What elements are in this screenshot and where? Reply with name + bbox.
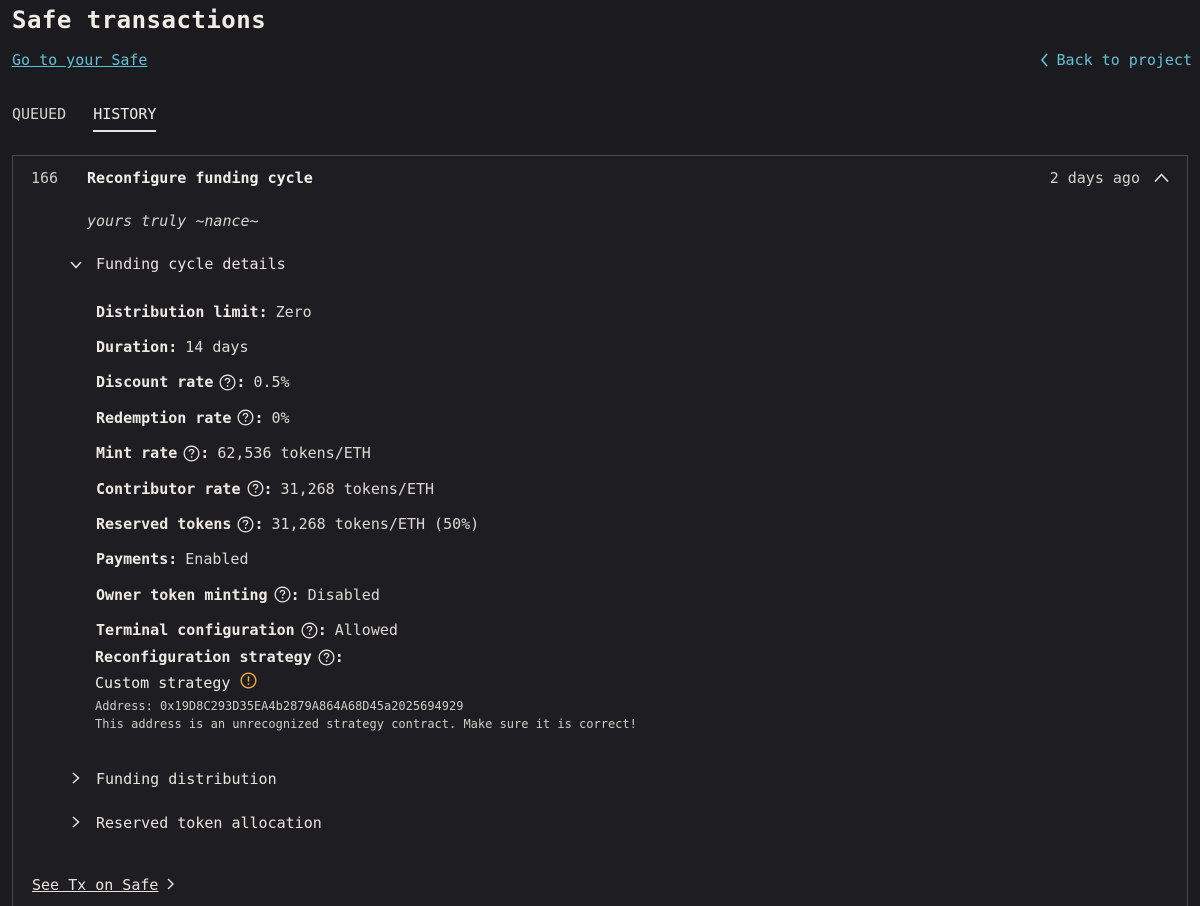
colon: : xyxy=(290,585,300,604)
detail-value: Disabled xyxy=(307,585,380,604)
detail-row: Owner token minting: Disabled xyxy=(96,577,479,612)
strategy-warning: This address is an unrecognized strategy… xyxy=(95,717,637,731)
reserved-token-allocation-label: Reserved token allocation xyxy=(96,814,322,832)
detail-row: Distribution limit: Zero xyxy=(96,294,479,329)
tab-history[interactable]: HISTORY xyxy=(93,105,157,132)
question-circle-icon[interactable] xyxy=(237,409,254,426)
question-circle-icon[interactable] xyxy=(318,649,335,666)
colon: : xyxy=(200,444,210,463)
chevron-right-icon xyxy=(166,876,175,894)
see-tx-label: See Tx on Safe xyxy=(32,876,159,894)
colon: : xyxy=(263,479,273,498)
reserved-token-allocation-toggle[interactable]: Reserved token allocation xyxy=(70,814,322,832)
detail-value: 14 days xyxy=(185,338,249,357)
custom-strategy-label: Custom strategy xyxy=(95,673,231,692)
transaction-title: Reconfigure funding cycle xyxy=(87,169,313,187)
funding-cycle-details-label: Funding cycle details xyxy=(96,255,286,273)
chevron-down-icon xyxy=(70,255,82,273)
detail-label: Owner token minting xyxy=(96,585,268,604)
detail-row: Duration:14 days xyxy=(96,329,479,364)
detail-value: Enabled xyxy=(185,550,249,569)
see-tx-on-safe-link[interactable]: See Tx on Safe xyxy=(32,876,175,894)
transaction-memo: yours truly ~nance~ xyxy=(87,212,259,230)
detail-label: Duration xyxy=(96,338,169,357)
detail-row: Payments: Enabled xyxy=(96,542,479,577)
detail-label: Terminal configuration xyxy=(96,621,295,640)
page-title: Safe transactions xyxy=(12,6,267,34)
question-circle-icon[interactable] xyxy=(274,586,291,603)
colon: : xyxy=(334,648,344,666)
detail-label: Mint rate xyxy=(96,444,178,463)
chevron-up-icon[interactable] xyxy=(1154,173,1169,183)
detail-row: Discount rate:0.5% xyxy=(96,365,479,400)
funding-cycle-details-toggle[interactable]: Funding cycle details xyxy=(70,255,286,273)
detail-label: Contributor rate xyxy=(96,479,241,498)
question-circle-icon[interactable] xyxy=(301,622,318,639)
transaction-id: 166 xyxy=(31,169,59,187)
detail-value: 31,268 tokens/ETH xyxy=(280,479,435,498)
detail-value: 0.5% xyxy=(253,373,290,392)
chevron-right-icon xyxy=(70,814,82,832)
colon: : xyxy=(168,550,178,569)
strategy-address: Address: 0x19D8C293D35EA4b2879A864A68D45… xyxy=(95,699,464,713)
detail-value: 62,536 tokens/ETH xyxy=(217,444,371,463)
detail-value: Allowed xyxy=(334,621,398,640)
chevron-left-icon xyxy=(1040,53,1049,67)
chevron-right-icon xyxy=(70,770,82,788)
colon: : xyxy=(236,373,246,392)
colon: : xyxy=(254,408,264,427)
detail-row: Contributor rate:31,268 tokens/ETH xyxy=(96,471,479,506)
detail-value: 0% xyxy=(271,408,290,427)
funding-cycle-details-list: Distribution limit: Zero Duration:14 days D… xyxy=(96,294,479,648)
transaction-time: 2 days ago xyxy=(1049,169,1140,187)
detail-value: Zero xyxy=(275,302,312,321)
question-circle-icon[interactable] xyxy=(219,374,236,391)
detail-label: Payments xyxy=(96,550,169,569)
colon: : xyxy=(168,338,178,357)
reconfiguration-strategy-label: Reconfiguration strategy xyxy=(95,648,312,666)
detail-label: Redemption rate xyxy=(96,408,232,427)
go-to-safe-link[interactable]: Go to your Safe xyxy=(12,51,147,69)
tab-queued[interactable]: QUEUED xyxy=(12,105,66,132)
colon: : xyxy=(258,302,268,321)
detail-label: Discount rate xyxy=(96,373,214,392)
detail-label: Reserved tokens xyxy=(96,515,232,534)
question-circle-icon[interactable] xyxy=(237,516,254,533)
question-circle-icon[interactable] xyxy=(247,480,264,497)
detail-row: Redemption rate:0% xyxy=(96,400,479,435)
detail-label: Distribution limit xyxy=(96,302,259,321)
detail-row: Reserved tokens:31,268 tokens/ETH (50%) xyxy=(96,506,479,541)
warning-circle-icon xyxy=(240,672,257,693)
reconfiguration-strategy: Reconfiguration strategy : Custom strate… xyxy=(95,648,637,731)
detail-row: Terminal configuration: Allowed xyxy=(96,613,479,648)
funding-distribution-label: Funding distribution xyxy=(96,770,277,788)
tab-bar: QUEUED HISTORY xyxy=(12,105,157,132)
detail-row: Mint rate:62,536 tokens/ETH xyxy=(96,436,479,471)
detail-value: 31,268 tokens/ETH (50%) xyxy=(271,515,480,534)
question-circle-icon[interactable] xyxy=(183,445,200,462)
transaction-card: 166 Reconfigure funding cycle 2 days ago… xyxy=(12,155,1188,906)
colon: : xyxy=(317,621,327,640)
back-to-project-link[interactable]: Back to project xyxy=(1040,51,1192,69)
funding-distribution-toggle[interactable]: Funding distribution xyxy=(70,770,277,788)
back-to-project-label: Back to project xyxy=(1056,51,1192,69)
colon: : xyxy=(254,515,264,534)
transaction-header[interactable]: 166 Reconfigure funding cycle 2 days ago xyxy=(31,169,1169,187)
